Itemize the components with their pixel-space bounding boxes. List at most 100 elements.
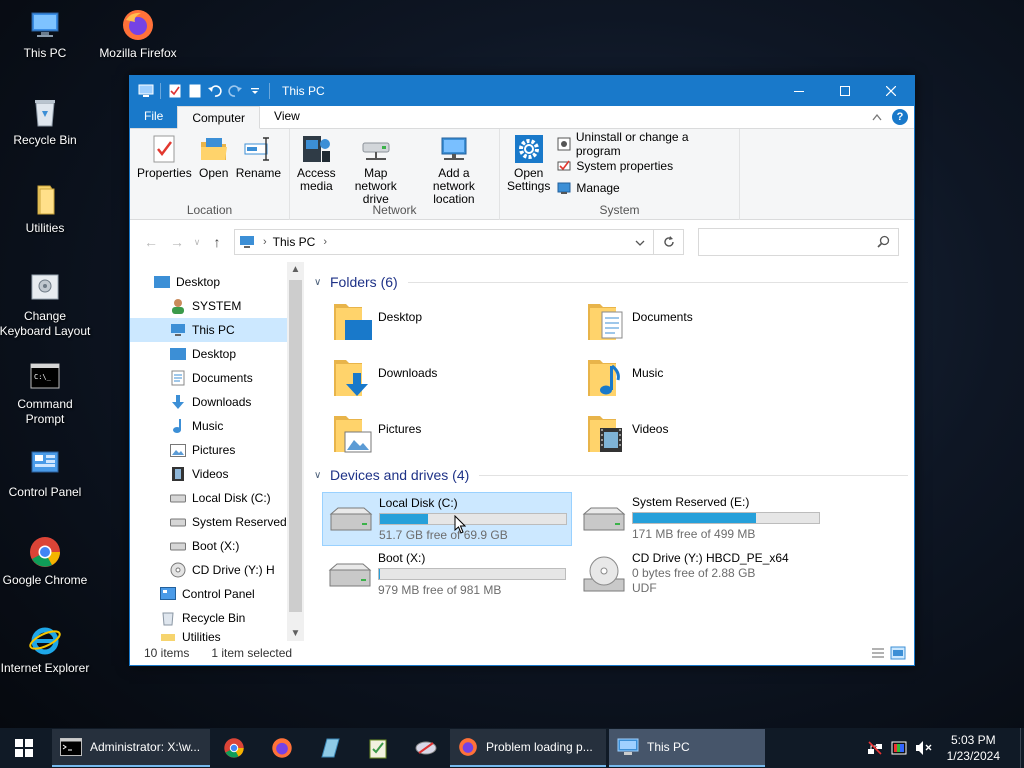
drives-section-header[interactable]: ∨ Devices and drives (4) (314, 464, 914, 486)
scroll-up-icon[interactable]: ▲ (287, 264, 304, 275)
nav-item-cd-drive[interactable]: CD Drive (Y:) H (130, 558, 287, 582)
desktop-icon-recycle-bin[interactable]: Recycle Bin (0, 95, 93, 148)
nav-item-recycle-bin[interactable]: Recycle Bin (130, 606, 287, 630)
show-desktop-button[interactable] (1020, 728, 1024, 768)
chevron-right-icon[interactable]: › (323, 236, 327, 248)
nav-item-desktop[interactable]: Desktop (130, 270, 287, 294)
up-button[interactable]: ↑ (204, 234, 230, 250)
minimize-button[interactable] (776, 76, 822, 106)
chevron-down-icon[interactable]: ∨ (314, 277, 330, 288)
desktop-icon-utilities[interactable]: Utilities (0, 183, 93, 236)
tab-file[interactable]: File (130, 105, 178, 128)
videos-folder-icon (588, 416, 622, 452)
tab-view[interactable]: View (260, 105, 314, 128)
nav-pane-scrollbar[interactable]: ▲ ▼ (287, 262, 304, 641)
desktop-icon (154, 274, 170, 290)
chevron-down-icon[interactable]: ∨ (314, 470, 330, 481)
help-icon[interactable]: ? (892, 109, 908, 125)
display-color-icon[interactable] (891, 740, 907, 756)
taskbar-pin-app-3[interactable] (402, 728, 450, 768)
maximize-button[interactable] (822, 76, 868, 106)
folders-section-header[interactable]: ∨ Folders (6) (314, 271, 914, 293)
back-button[interactable]: ← (138, 234, 164, 250)
folder-videos[interactable]: Videos (586, 412, 668, 456)
taskbar-item-this-pc[interactable]: This PC (609, 729, 765, 767)
desktop-icon-this-pc[interactable]: This PC (0, 8, 93, 61)
desktop-icon-command-prompt[interactable]: C:\_ Command Prompt (0, 359, 93, 427)
details-view-icon[interactable] (870, 646, 886, 660)
drive-free-space: 51.7 GB free of 69.9 GB (379, 528, 508, 542)
chevron-down-icon[interactable] (635, 235, 645, 249)
large-icons-view-icon[interactable] (890, 646, 906, 660)
nav-item-system[interactable]: SYSTEM (130, 294, 287, 318)
desktop-icon-firefox[interactable]: Mozilla Firefox (90, 8, 186, 61)
nav-item-videos[interactable]: Videos (130, 462, 287, 486)
nav-item-pc-desktop[interactable]: Desktop (130, 342, 287, 366)
taskbar-pin-chrome[interactable] (210, 728, 258, 768)
manage-button[interactable]: Manage (557, 179, 731, 197)
nav-item-control-panel[interactable]: Control Panel (130, 582, 287, 606)
folder-music[interactable]: Music (586, 356, 663, 400)
title-bar[interactable]: This PC (130, 76, 914, 106)
forward-button[interactable]: → (164, 234, 190, 250)
folder-downloads[interactable]: Downloads (332, 356, 437, 400)
start-button[interactable] (0, 728, 48, 768)
desktop-icon-internet-explorer[interactable]: Internet Explorer (0, 623, 93, 676)
nav-item-local-disk[interactable]: Local Disk (C:) (130, 486, 287, 510)
folder-documents[interactable]: Documents (586, 300, 693, 344)
tools-icon (415, 741, 437, 755)
properties-icon[interactable] (167, 83, 183, 99)
taskbar-pin-app-2[interactable] (354, 728, 402, 768)
new-folder-icon[interactable] (187, 83, 203, 99)
nav-item-boot[interactable]: Boot (X:) (130, 534, 287, 558)
nav-item-utilities[interactable]: Utilities (130, 630, 287, 641)
drive-cd-y[interactable]: CD Drive (Y:) HBCD_PE_x64 0 bytes free o… (576, 548, 836, 602)
folder-icon (37, 185, 55, 215)
breadcrumb[interactable]: This PC (273, 235, 316, 249)
redo-icon[interactable] (227, 83, 243, 99)
address-bar[interactable]: › This PC › (234, 229, 684, 255)
scroll-down-icon[interactable]: ▼ (287, 628, 304, 639)
taskbar-item-command-prompt[interactable]: Administrator: X:\w... (52, 729, 210, 767)
drive-local-disk-c[interactable]: Local Disk (C:) 51.7 GB free of 69.9 GB (322, 492, 572, 546)
nav-item-music[interactable]: Music (130, 414, 287, 438)
desktop-icon-google-chrome[interactable]: Google Chrome (0, 535, 93, 588)
nav-item-this-pc[interactable]: This PC (130, 318, 287, 342)
desktop-icon-control-panel[interactable]: Control Panel (0, 447, 93, 500)
system-properties-button[interactable]: System properties (557, 157, 731, 175)
customize-toolbar-icon[interactable] (247, 83, 263, 99)
uninstall-program-button[interactable]: Uninstall or change a program (557, 130, 731, 158)
film-icon (170, 466, 186, 482)
refresh-button[interactable] (653, 230, 683, 254)
drive-system-reserved-e[interactable]: System Reserved (E:) 171 MB free of 499 … (576, 492, 826, 546)
nav-item-documents[interactable]: Documents (130, 366, 287, 390)
nav-item-pictures[interactable]: Pictures (130, 438, 287, 462)
tab-computer[interactable]: Computer (177, 106, 261, 129)
close-button[interactable] (868, 76, 914, 106)
nav-item-system-reserved[interactable]: System Reserved (130, 510, 287, 534)
desktop-icon-change-keyboard-layout[interactable]: Change Keyboard Layout (0, 271, 93, 339)
nav-item-downloads[interactable]: Downloads (130, 390, 287, 414)
drive-boot-x[interactable]: Boot (X:) 979 MB free of 981 MB (322, 548, 572, 602)
desktop-icon-label: Internet Explorer (0, 661, 90, 675)
chevron-right-icon[interactable]: › (263, 236, 267, 248)
system-clock[interactable]: 5:03 PM 1/23/2024 (947, 732, 1000, 764)
folder-desktop[interactable]: Desktop (332, 300, 422, 344)
computer-icon (170, 322, 186, 338)
hard-drive-icon (170, 514, 186, 530)
volume-muted-icon[interactable] (915, 740, 933, 756)
desktop-icon-label: Control Panel (8, 485, 82, 499)
recent-locations-button[interactable]: ∨ (190, 237, 204, 248)
network-icon[interactable] (867, 740, 883, 756)
scrollbar-thumb[interactable] (289, 280, 302, 612)
drive-usage-bar (632, 512, 820, 524)
folder-pictures[interactable]: Pictures (332, 412, 421, 456)
undo-icon[interactable] (207, 83, 223, 99)
taskbar-pin-app-1[interactable] (306, 728, 354, 768)
collapse-ribbon-icon[interactable] (872, 113, 882, 121)
ribbon-group-network: Access media Map network drive Add a net… (290, 129, 500, 220)
taskbar-item-firefox[interactable]: Problem loading p... (450, 729, 606, 767)
hard-drive-icon (170, 490, 186, 506)
search-input[interactable] (698, 228, 899, 256)
taskbar-pin-firefox[interactable] (258, 728, 306, 768)
